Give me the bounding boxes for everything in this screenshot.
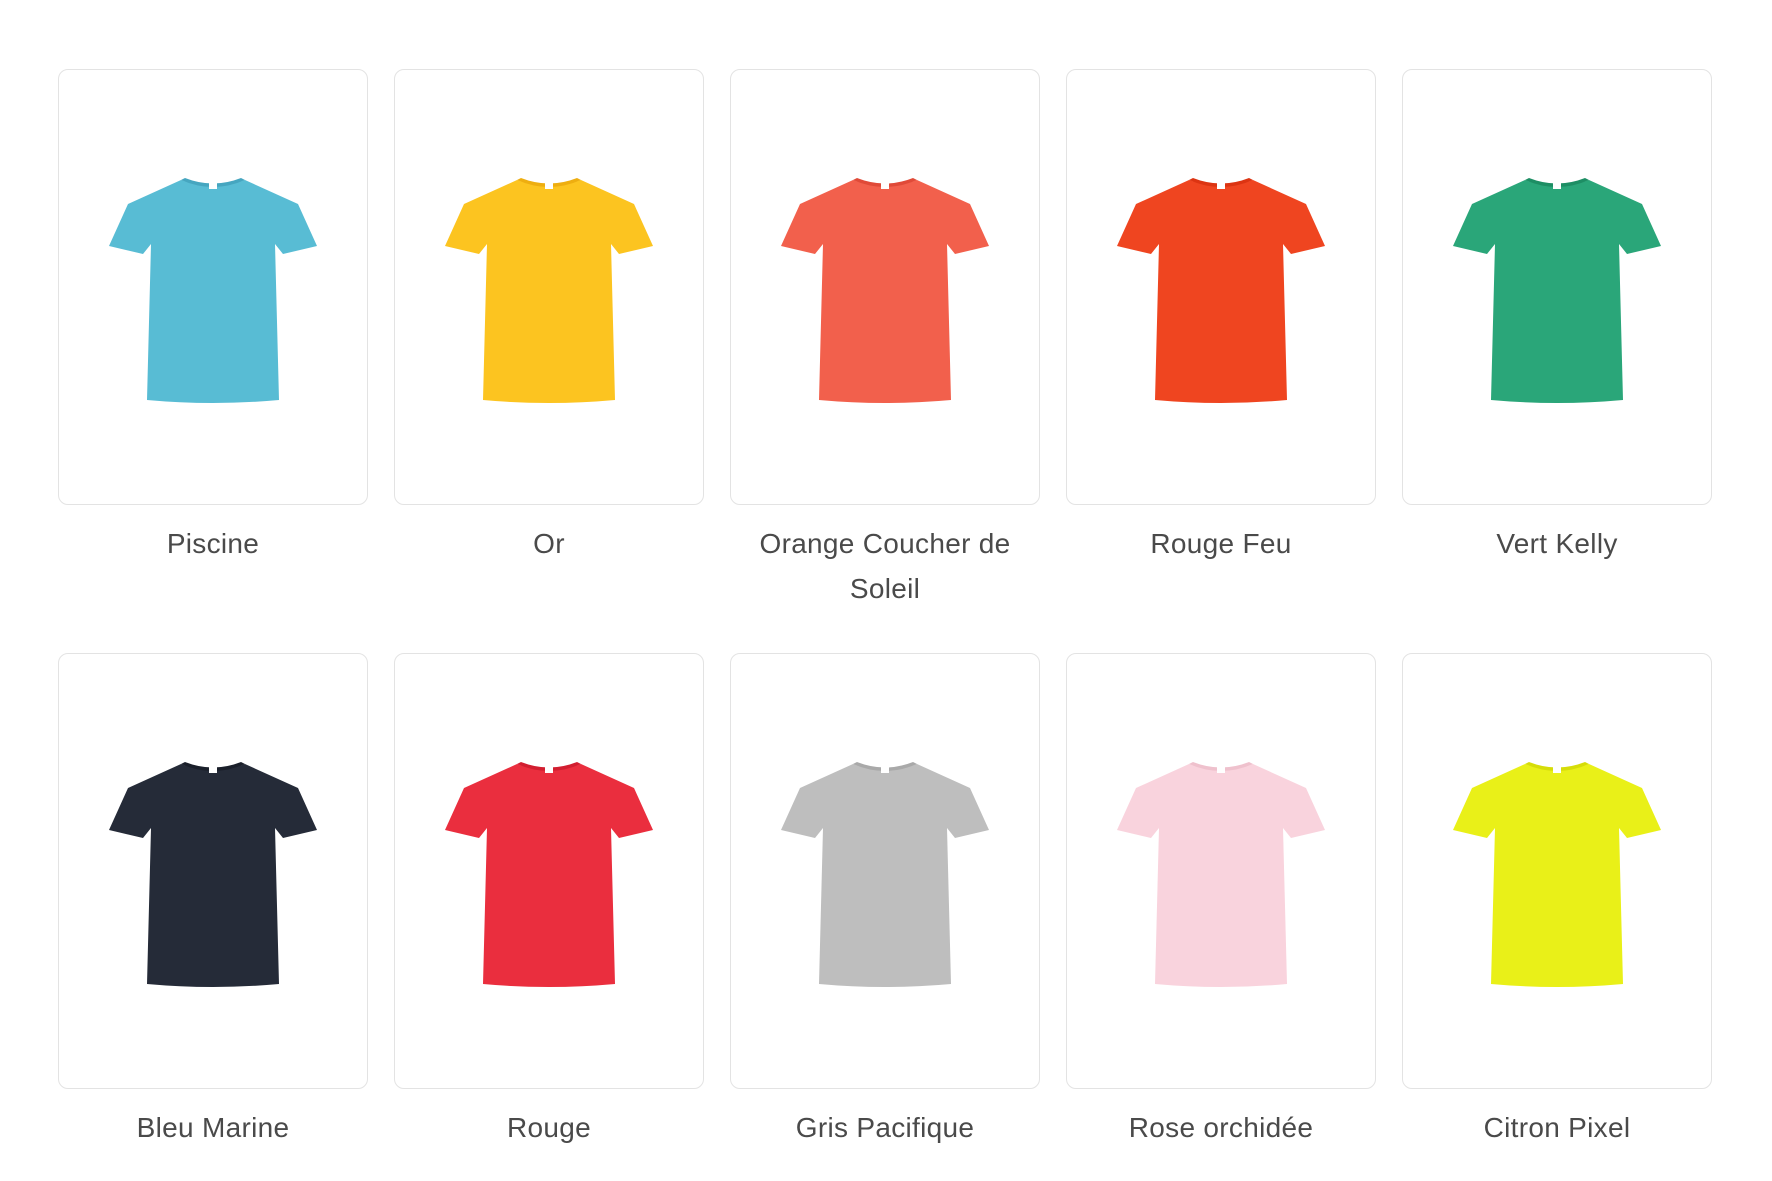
swatch-bleu-marine[interactable]: Bleu Marine [57,653,369,1150]
tshirt-image [1453,178,1661,403]
swatch-label: Gris Pacifique [795,1112,975,1143]
swatch-label: Rouge Feu [1150,528,1292,559]
tshirt-image [1117,762,1325,987]
swatch-card[interactable] [1402,653,1712,1089]
swatch-card[interactable] [1402,69,1712,505]
tshirt-image [781,178,989,403]
swatch-card[interactable] [394,653,704,1089]
tshirt-image [781,762,989,987]
swatch-label: Vert Kelly [1496,528,1618,559]
swatch-gris-pacifique[interactable]: Gris Pacifique [729,653,1041,1150]
swatch-label: Piscine [166,528,260,559]
swatch-citron-pixel[interactable]: Citron Pixel [1401,653,1713,1150]
swatch-card[interactable] [58,69,368,505]
swatch-orange-coucher-de-soleil[interactable]: Orange Coucher de Soleil [729,69,1041,611]
swatch-rose-orchidee[interactable]: Rose orchidée [1065,653,1377,1150]
color-swatch-grid: Piscine Or Orange Coucher de Soleil Roug… [57,69,1713,1150]
swatch-card[interactable] [730,653,1040,1089]
swatch-card[interactable] [1066,69,1376,505]
swatch-card[interactable] [730,69,1040,505]
swatch-piscine[interactable]: Piscine [57,69,369,611]
tshirt-image [1453,762,1661,987]
swatch-or[interactable]: Or [393,69,705,611]
swatch-label: Or [533,528,565,559]
swatch-label: Rouge [506,1112,591,1143]
swatch-card[interactable] [1066,653,1376,1089]
tshirt-image [109,762,317,987]
tshirt-image [1117,178,1325,403]
tshirt-image [445,762,653,987]
swatch-rouge-feu[interactable]: Rouge Feu [1065,69,1377,611]
tshirt-image [445,178,653,403]
swatch-label: Orange Coucher de Soleil [759,528,1011,604]
swatch-label: Rose orchidée [1128,1112,1314,1143]
swatch-label: Bleu Marine [136,1112,290,1143]
swatch-card[interactable] [58,653,368,1089]
tshirt-image [109,178,317,403]
swatch-card[interactable] [394,69,704,505]
swatch-vert-kelly[interactable]: Vert Kelly [1401,69,1713,611]
swatch-rouge[interactable]: Rouge [393,653,705,1150]
swatch-label: Citron Pixel [1483,1112,1631,1143]
